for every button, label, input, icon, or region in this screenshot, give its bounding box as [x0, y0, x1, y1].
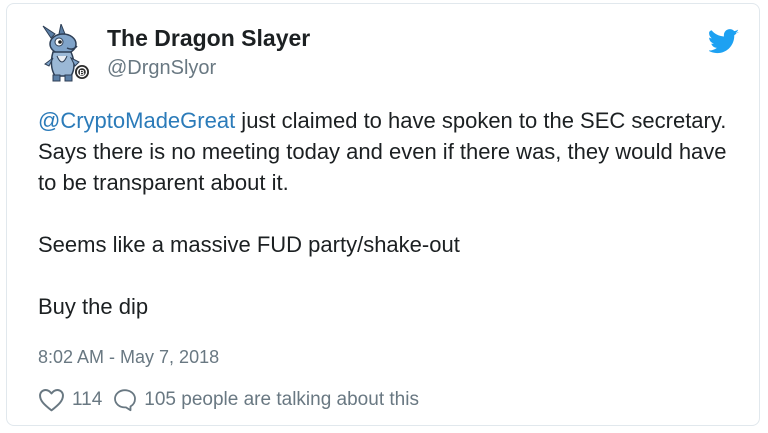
twitter-bird-icon[interactable]: [707, 29, 739, 54]
tweet-paragraph-3: Buy the dip: [38, 294, 149, 319]
tweet-paragraph-1: @CryptoMadeGreat just claimed to have sp…: [38, 105, 738, 198]
author-handle[interactable]: @DrgnSlyor: [107, 57, 216, 80]
heart-icon: [39, 388, 64, 412]
mention-link[interactable]: @CryptoMadeGreat: [38, 108, 235, 133]
reply-button[interactable]: 105 people are talking about this: [113, 388, 419, 412]
tweet-card[interactable]: B The Dragon Slayer @DrgnSlyor @CryptoMa…: [6, 3, 760, 426]
tweet-body: @CryptoMadeGreat just claimed to have sp…: [38, 105, 738, 322]
speech-bubble-icon: [114, 389, 137, 412]
reply-count-text: 105 people are talking about this: [144, 389, 419, 410]
like-button[interactable]: 114: [38, 388, 113, 412]
author-display-name[interactable]: The Dragon Slayer: [107, 25, 310, 52]
tweet-actions: 114 105 people are talking about this: [38, 386, 419, 414]
author-avatar[interactable]: B: [37, 22, 93, 84]
like-count: 114: [72, 389, 103, 410]
tweet-timestamp[interactable]: 8:02 AM - May 7, 2018: [38, 347, 219, 368]
svg-text:B: B: [79, 70, 84, 77]
tweet-paragraph-2: Seems like a massive FUD party/shake-out: [38, 232, 460, 257]
dragon-cartoon-avatar-icon: B: [42, 22, 89, 82]
